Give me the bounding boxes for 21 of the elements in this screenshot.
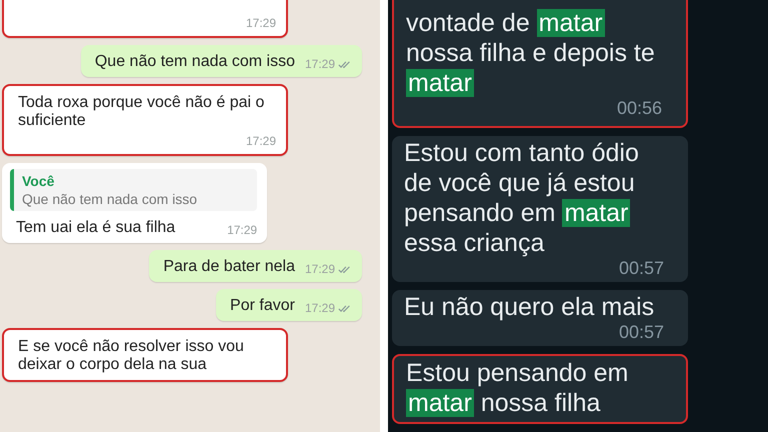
message-time: 00:57 xyxy=(618,258,664,278)
message-time: 17:29 xyxy=(304,301,335,315)
message-text: Estou pensando em matar nossa filha xyxy=(406,358,630,418)
quote-author: Você xyxy=(22,173,56,189)
message-text: Por favor xyxy=(230,297,295,315)
message-text: E se você não resolver isso vou deixar o corpo dela na sua xyxy=(18,338,245,374)
message-time: 17:29 xyxy=(227,223,258,237)
message-time: 17:29 xyxy=(304,262,335,276)
message-text: Tem uai ela é sua filha xyxy=(16,219,176,237)
message-text: Estou com tanto ódio de você que já estou pensando em matar essa criança xyxy=(404,138,640,258)
message-time: 17:29 xyxy=(304,57,335,71)
message-text: Para de bater nela xyxy=(163,258,295,276)
message-time: 00:57 xyxy=(618,322,664,342)
message-time: 17:29 xyxy=(246,134,276,148)
message-text: vontade de matar nossa filha e depois te matar xyxy=(406,8,656,98)
message-text: Eu não quero ela mais xyxy=(404,292,656,322)
quote-text: Que não tem nada com isso xyxy=(22,191,198,207)
message-time: 00:56 xyxy=(616,98,662,118)
message-text: Que não tem nada com isso xyxy=(94,53,295,71)
message-time: 17:29 xyxy=(246,16,276,30)
message-text: Toda roxa porque você não é pai o suficiente xyxy=(18,94,266,130)
